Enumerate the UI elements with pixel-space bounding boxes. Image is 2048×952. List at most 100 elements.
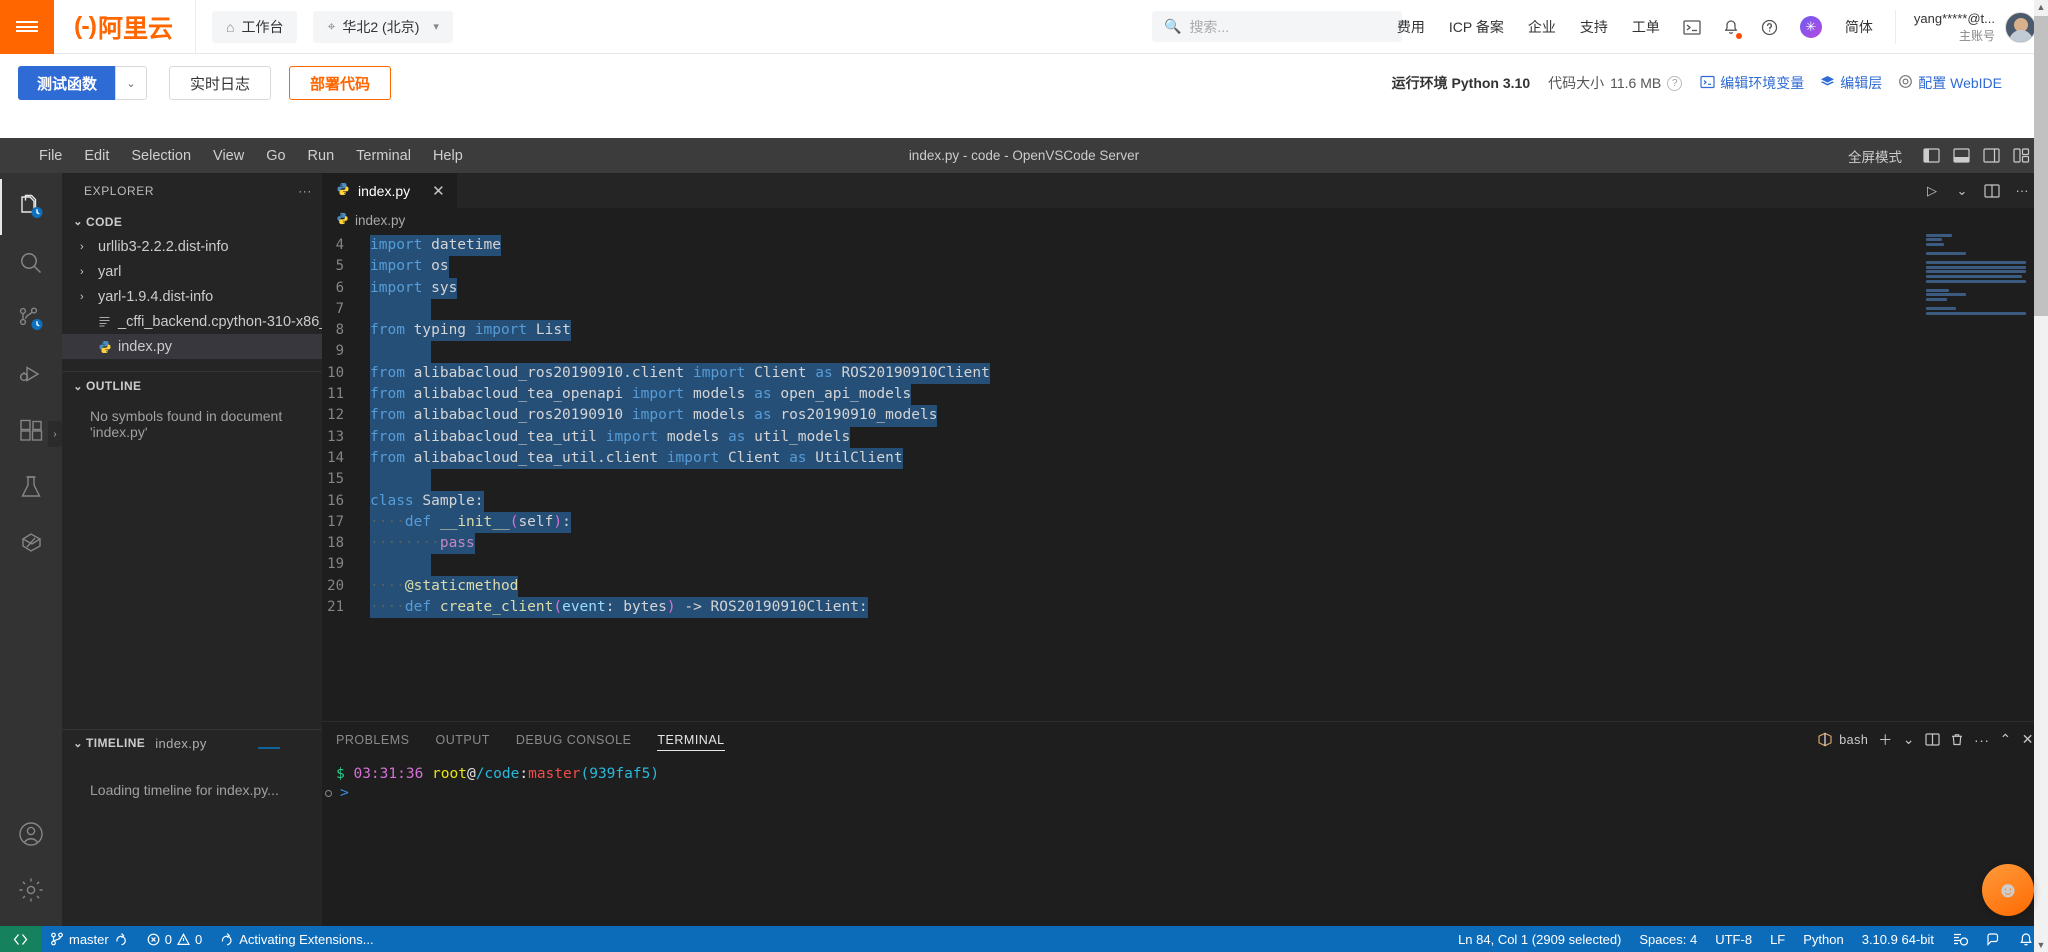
code-line-text[interactable]: ········pass bbox=[370, 533, 475, 555]
toggle-primary-sidebar-icon[interactable] bbox=[1920, 145, 1942, 167]
language-selector[interactable]: 简体 bbox=[1833, 17, 1885, 37]
menu-edit[interactable]: Edit bbox=[73, 146, 120, 166]
header-link-icp[interactable]: ICP 备案 bbox=[1437, 17, 1516, 37]
code-line-text[interactable]: ····def __init__(self): bbox=[370, 511, 571, 534]
menu-view[interactable]: View bbox=[202, 146, 255, 166]
tree-item-yarl-dist-info[interactable]: › yarl-1.9.4.dist-info bbox=[62, 284, 322, 309]
menu-run[interactable]: Run bbox=[297, 146, 346, 166]
terminal-shell-indicator[interactable]: bash bbox=[1817, 732, 1868, 747]
global-search[interactable]: 🔍 bbox=[1152, 11, 1402, 42]
code-editor[interactable]: 4 import datetime 5 import os 6 import sys 7 8… bbox=[322, 232, 2048, 721]
scroll-down-arrow-icon[interactable]: ▼ bbox=[2034, 940, 2048, 950]
accounts-icon[interactable] bbox=[0, 806, 62, 862]
new-terminal-icon[interactable]: ＋ bbox=[1878, 730, 1893, 750]
globe-icon[interactable]: ✳ bbox=[1789, 16, 1833, 38]
header-link-fee[interactable]: 费用 bbox=[1385, 17, 1437, 37]
code-line[interactable]: 4 import datetime bbox=[322, 235, 2048, 257]
remote-connection-button[interactable] bbox=[0, 926, 41, 952]
menu-file[interactable]: File bbox=[28, 146, 73, 166]
tree-item-yarl[interactable]: › yarl bbox=[62, 259, 322, 284]
panel-more-actions-icon[interactable]: ··· bbox=[1974, 732, 1990, 748]
status-activating-extensions[interactable]: Activating Extensions... bbox=[211, 926, 382, 952]
code-line-text[interactable]: from alibabacloud_tea_openapi import mod… bbox=[370, 384, 912, 406]
header-link-ticket[interactable]: 工单 bbox=[1620, 17, 1672, 37]
menu-selection[interactable]: Selection bbox=[120, 146, 202, 166]
menu-help[interactable]: Help bbox=[422, 146, 474, 166]
code-line[interactable]: 19 bbox=[322, 554, 2048, 576]
status-language-mode[interactable]: Python bbox=[1794, 926, 1852, 952]
toggle-secondary-sidebar-icon[interactable] bbox=[1980, 145, 2002, 167]
deploy-code-button[interactable]: 部署代码 bbox=[289, 66, 392, 100]
toggle-panel-icon[interactable] bbox=[1950, 145, 1972, 167]
sidebar-item-search[interactable] bbox=[0, 235, 62, 291]
sidebar-item-explorer[interactable] bbox=[0, 179, 62, 235]
terminal-output[interactable]: $ 03:31:36 root@/code:master(939faf5) > bbox=[322, 757, 2048, 926]
sidebar-resize-handle[interactable]: › bbox=[48, 421, 62, 447]
code-line[interactable]: 17 ····def __init__(self): bbox=[322, 511, 2048, 534]
tab-debug-console[interactable]: DEBUG CONSOLE bbox=[516, 722, 632, 757]
code-line[interactable]: 15 bbox=[322, 469, 2048, 491]
sidebar-item-run-debug[interactable] bbox=[0, 347, 62, 403]
code-line[interactable]: 8 from typing import List bbox=[322, 320, 2048, 342]
page-scrollbar-thumb[interactable] bbox=[2034, 16, 2048, 316]
menu-terminal[interactable]: Terminal bbox=[345, 146, 422, 166]
header-link-enterprise[interactable]: 企业 bbox=[1516, 17, 1568, 37]
bell-icon[interactable] bbox=[1712, 19, 1750, 39]
page-scrollbar[interactable]: ▲ ▼ bbox=[2034, 0, 2048, 952]
chevron-down-icon[interactable]: ⌄ bbox=[1903, 731, 1915, 748]
code-line-text[interactable]: class Sample: bbox=[370, 490, 484, 512]
code-lines[interactable]: 4 import datetime 5 import os 6 import sys 7 8… bbox=[322, 232, 2048, 619]
help-assistant-button[interactable]: ☻ bbox=[1982, 864, 2034, 916]
user-account-menu[interactable]: yang*****@t... 主账号 bbox=[1894, 10, 2036, 44]
code-line[interactable]: 13 from alibabacloud_tea_util import mode… bbox=[322, 426, 2048, 448]
help-circle-icon[interactable]: ? bbox=[1667, 75, 1683, 91]
status-jupyter-variables-icon[interactable] bbox=[1943, 926, 1977, 952]
sidebar-item-testing[interactable] bbox=[0, 459, 62, 515]
code-line[interactable]: 7 bbox=[322, 298, 2048, 321]
close-icon[interactable]: ✕ bbox=[432, 182, 445, 200]
code-line-text[interactable]: ····@staticmethod bbox=[370, 575, 519, 598]
status-encoding[interactable]: UTF-8 bbox=[1706, 926, 1761, 952]
customize-layout-icon[interactable] bbox=[2010, 145, 2032, 167]
code-line-text[interactable] bbox=[370, 554, 432, 576]
terminal-icon[interactable] bbox=[1672, 19, 1712, 35]
code-line-text[interactable]: import datetime bbox=[370, 235, 501, 257]
status-branch[interactable]: master bbox=[41, 926, 138, 952]
tree-item-index-py[interactable]: index.py bbox=[62, 334, 322, 359]
terminal-input-line[interactable]: > bbox=[325, 784, 2048, 803]
edit-env-vars-link[interactable]: 编辑环境变量 bbox=[1700, 73, 1804, 93]
tab-terminal[interactable]: TERMINAL bbox=[657, 722, 725, 757]
breadcrumb[interactable]: index.py bbox=[322, 208, 2048, 232]
code-line-text[interactable]: from alibabacloud_tea_util import models… bbox=[370, 426, 851, 448]
outline-section[interactable]: ⌄ OUTLINE bbox=[62, 371, 322, 398]
tree-item-cffi-backend[interactable]: _cffi_backend.cpython-310-x86_64-linux-g… bbox=[62, 309, 322, 334]
status-problems[interactable]: 0 0 bbox=[138, 926, 211, 952]
config-webide-link[interactable]: 配置 WebIDE bbox=[1898, 73, 2002, 93]
menu-go[interactable]: Go bbox=[255, 146, 296, 166]
scroll-up-arrow-icon[interactable]: ▲ bbox=[2034, 2, 2048, 12]
run-python-file-icon[interactable]: ▷ bbox=[1920, 179, 1944, 203]
code-line-text[interactable]: from alibabacloud_ros20190910 import mod… bbox=[370, 405, 938, 427]
code-line[interactable]: 21 ····def create_client(event: bytes) ->… bbox=[322, 597, 2048, 619]
test-function-dropdown-button[interactable]: ⌄ bbox=[115, 66, 148, 100]
minimap[interactable] bbox=[1922, 232, 2034, 377]
aliyun-logo[interactable]: (-) 阿里云 bbox=[54, 0, 196, 54]
test-function-button[interactable]: 测试函数 bbox=[18, 66, 116, 100]
sidebar-item-remote-explorer[interactable] bbox=[0, 515, 62, 571]
help-circle-icon[interactable] bbox=[1750, 19, 1789, 36]
code-line[interactable]: 11 from alibabacloud_tea_openapi import m… bbox=[322, 384, 2048, 406]
code-line-text[interactable]: from typing import List bbox=[370, 320, 571, 342]
realtime-log-button[interactable]: 实时日志 bbox=[169, 66, 272, 100]
tree-item-urllib3[interactable]: › urllib3-2.2.2.dist-info bbox=[62, 234, 322, 259]
maximize-panel-icon[interactable]: ⌃ bbox=[2000, 731, 2012, 748]
code-line-text[interactable] bbox=[370, 469, 432, 491]
header-link-support[interactable]: 支持 bbox=[1568, 17, 1620, 37]
edit-layer-link[interactable]: 编辑层 bbox=[1820, 73, 1882, 93]
status-cursor-position[interactable]: Ln 84, Col 1 (2909 selected) bbox=[1449, 926, 1630, 952]
workbench-button[interactable]: ⌂ 工作台 bbox=[212, 10, 298, 43]
more-actions-icon[interactable]: ··· bbox=[2010, 179, 2034, 203]
sidebar-item-source-control[interactable] bbox=[0, 291, 62, 347]
code-line-text[interactable]: ····def create_client(event: bytes) -> R… bbox=[370, 597, 868, 619]
fullscreen-mode-button[interactable]: 全屏模式 bbox=[1848, 146, 1902, 166]
tab-index-py[interactable]: index.py ✕ bbox=[322, 173, 458, 208]
